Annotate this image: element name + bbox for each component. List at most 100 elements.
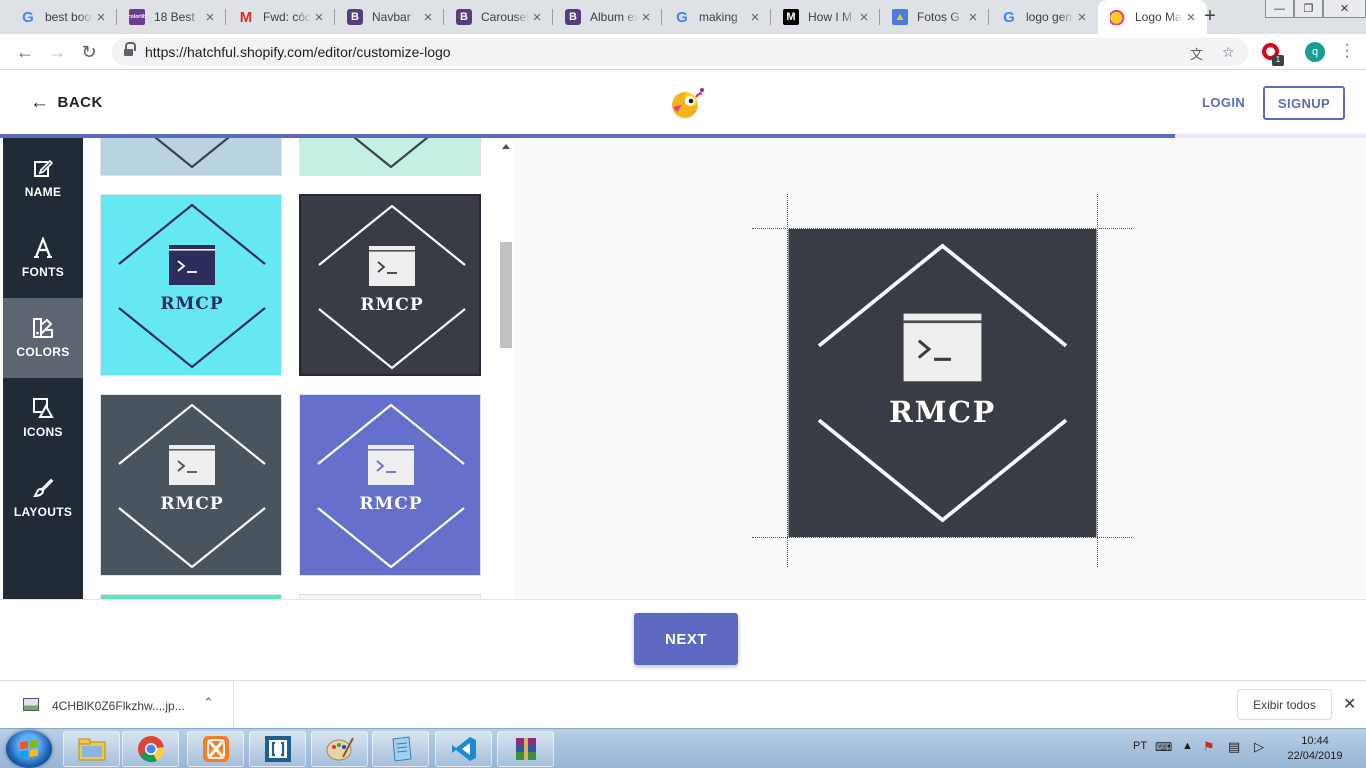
bookmark-star-icon[interactable]: ☆: [1222, 44, 1235, 61]
chevron-up-icon[interactable]: ⌃: [203, 695, 214, 711]
browser-tab[interactable]: ▲ Fotos G ×: [880, 0, 989, 34]
tab-close-icon[interactable]: ×: [747, 9, 763, 26]
browser-tab[interactable]: Gmaking ×: [662, 0, 771, 34]
clock-date: 22/04/2019: [1287, 750, 1343, 762]
scroll-up-arrow-icon[interactable]: [502, 144, 510, 149]
tray-expand-icon[interactable]: ▲: [1182, 740, 1193, 752]
close-shelf-icon[interactable]: ✕: [1343, 694, 1356, 714]
back-nav-button[interactable]: ←: [13, 40, 37, 64]
tab-close-icon[interactable]: ×: [1183, 9, 1199, 26]
minimize-button[interactable]: —: [1265, 0, 1294, 18]
back-button[interactable]: ← BACK: [30, 93, 103, 112]
color-palette-option[interactable]: RMCP: [299, 138, 481, 176]
google-icon: G: [1003, 8, 1015, 26]
tab-close-icon[interactable]: ×: [1074, 9, 1090, 26]
language-indicator[interactable]: PT: [1133, 740, 1147, 752]
address-bar[interactable]: https://hatchful.shopify.com/editor/cust…: [112, 38, 1248, 66]
guide-line: [752, 537, 1132, 538]
color-palette-option[interactable]: RMCP: [299, 394, 481, 576]
color-palette-option[interactable]: RMCP: [100, 394, 282, 576]
browser-tab[interactable]: B Navbar ×: [335, 0, 444, 34]
tab-title: 18 Best: [154, 10, 195, 24]
tab-close-icon[interactable]: ×: [965, 9, 981, 26]
keyboard-icon[interactable]: ⌨: [1155, 740, 1172, 754]
app-header: ← BACK LOGIN SIGNUP: [0, 70, 1366, 135]
colorlib-icon: colorlib: [128, 9, 146, 25]
menu-kebab-icon[interactable]: · · ·: [1344, 37, 1350, 65]
next-button[interactable]: NEXT: [634, 613, 738, 665]
sidebar-item-layouts[interactable]: LAYOUTS: [3, 458, 83, 538]
sidebar-item-name[interactable]: NAME: [3, 138, 83, 218]
tab-title: How I M: [808, 10, 853, 24]
new-tab-button[interactable]: +: [1198, 5, 1222, 28]
profile-avatar[interactable]: q: [1305, 42, 1325, 62]
palette-icon: [32, 317, 54, 339]
paint-icon[interactable]: [311, 731, 368, 767]
fotos-icon: ▲: [892, 9, 908, 25]
browser-tab[interactable]: Gbest bootstrap×: [8, 0, 117, 34]
system-clock[interactable]: 10:44 22/04/2019: [1280, 734, 1350, 764]
color-palette-option[interactable]: RMCP: [299, 194, 481, 376]
chrome-icon[interactable]: [122, 731, 179, 767]
color-palette-option[interactable]: RMCP: [100, 138, 282, 176]
extension-badge: 1: [1272, 55, 1284, 66]
brush-icon: [32, 477, 54, 499]
tab-close-icon[interactable]: ×: [856, 9, 872, 26]
tab-close-icon[interactable]: ×: [202, 9, 218, 26]
winrar-icon[interactable]: [497, 731, 554, 767]
browser-tab[interactable]: B Album example×: [553, 0, 662, 34]
browser-tab[interactable]: Glogo gen ×: [989, 0, 1098, 34]
tab-close-icon[interactable]: ×: [420, 9, 436, 26]
forward-nav-button[interactable]: →: [45, 40, 69, 64]
notepad-icon[interactable]: [372, 731, 429, 767]
tab-title: Logo Maker: [1135, 10, 1183, 24]
browser-tab[interactable]: M Fwd: código×: [226, 0, 335, 34]
restore-button[interactable]: ❐: [1294, 0, 1323, 18]
vscode-icon[interactable]: [435, 731, 492, 767]
show-all-downloads-button[interactable]: Exibir todos: [1237, 689, 1332, 720]
xampp-icon[interactable]: [187, 731, 244, 767]
brackets-icon[interactable]: [249, 731, 306, 767]
hatchful-logo-icon[interactable]: [669, 87, 705, 119]
color-palette-option[interactable]: RMCP: [100, 194, 282, 376]
tab-close-icon[interactable]: ×: [93, 9, 109, 26]
editor-sidebar: NAME FONTS COLORS ICONS LAYOUTS: [3, 138, 83, 599]
sidebar-item-fonts[interactable]: FONTS: [3, 218, 83, 298]
browser-tab[interactable]: Logo Maker×: [1098, 0, 1207, 34]
sidebar-label: NAME: [24, 185, 62, 199]
browser-tab[interactable]: M How I M ×: [771, 0, 880, 34]
close-window-button[interactable]: ✕: [1323, 0, 1366, 18]
signup-button[interactable]: SIGNUP: [1263, 86, 1345, 120]
security-alert-icon[interactable]: ⚑: [1203, 739, 1215, 755]
browser-tab[interactable]: B Carousel ×: [444, 0, 553, 34]
palette-scrollbar[interactable]: [498, 138, 515, 599]
svg-text:RMCP: RMCP: [889, 395, 996, 429]
translate-icon[interactable]: 文: [1190, 44, 1203, 63]
windows-logo-icon: [20, 739, 38, 759]
network-icon[interactable]: ▤: [1228, 739, 1240, 755]
explorer-icon[interactable]: [63, 731, 120, 767]
palette-logo-thumbnail: RMCP: [301, 196, 479, 374]
palette-logo-thumbnail: RMCP: [101, 195, 281, 375]
tab-list: Gbest bootstrap×colorlib18 Best×MFwd: có…: [8, 0, 1207, 34]
sidebar-item-icons[interactable]: ICONS: [3, 378, 83, 458]
gmail-icon: M: [239, 8, 253, 26]
sidebar-label: ICONS: [23, 425, 63, 439]
tab-close-icon[interactable]: ×: [529, 9, 545, 26]
volume-icon[interactable]: ▷: [1254, 739, 1264, 755]
guide-line: [1097, 194, 1098, 567]
browser-tab[interactable]: colorlib 18 Best ×: [117, 0, 226, 34]
reload-button[interactable]: ↻: [77, 40, 101, 64]
download-item[interactable]: 4CHBlK0Z6Flkzhw....jp... ⌃: [0, 681, 234, 728]
tab-close-icon[interactable]: ×: [311, 9, 327, 26]
scroll-thumb[interactable]: [500, 242, 512, 348]
svg-text:RMCP: RMCP: [360, 295, 423, 315]
window-controls: — ❐ ✕: [1265, 0, 1366, 20]
sidebar-item-colors[interactable]: COLORS: [3, 298, 83, 378]
logo-preview-graphic: RMCP: [788, 229, 1097, 537]
tab-close-icon[interactable]: ×: [638, 9, 654, 26]
start-button[interactable]: [6, 730, 52, 768]
login-link[interactable]: LOGIN: [1202, 95, 1245, 110]
bootstrap-icon: B: [565, 9, 581, 25]
browser-toolbar: ← → ↻ https://hatchful.shopify.com/edito…: [0, 34, 1366, 70]
